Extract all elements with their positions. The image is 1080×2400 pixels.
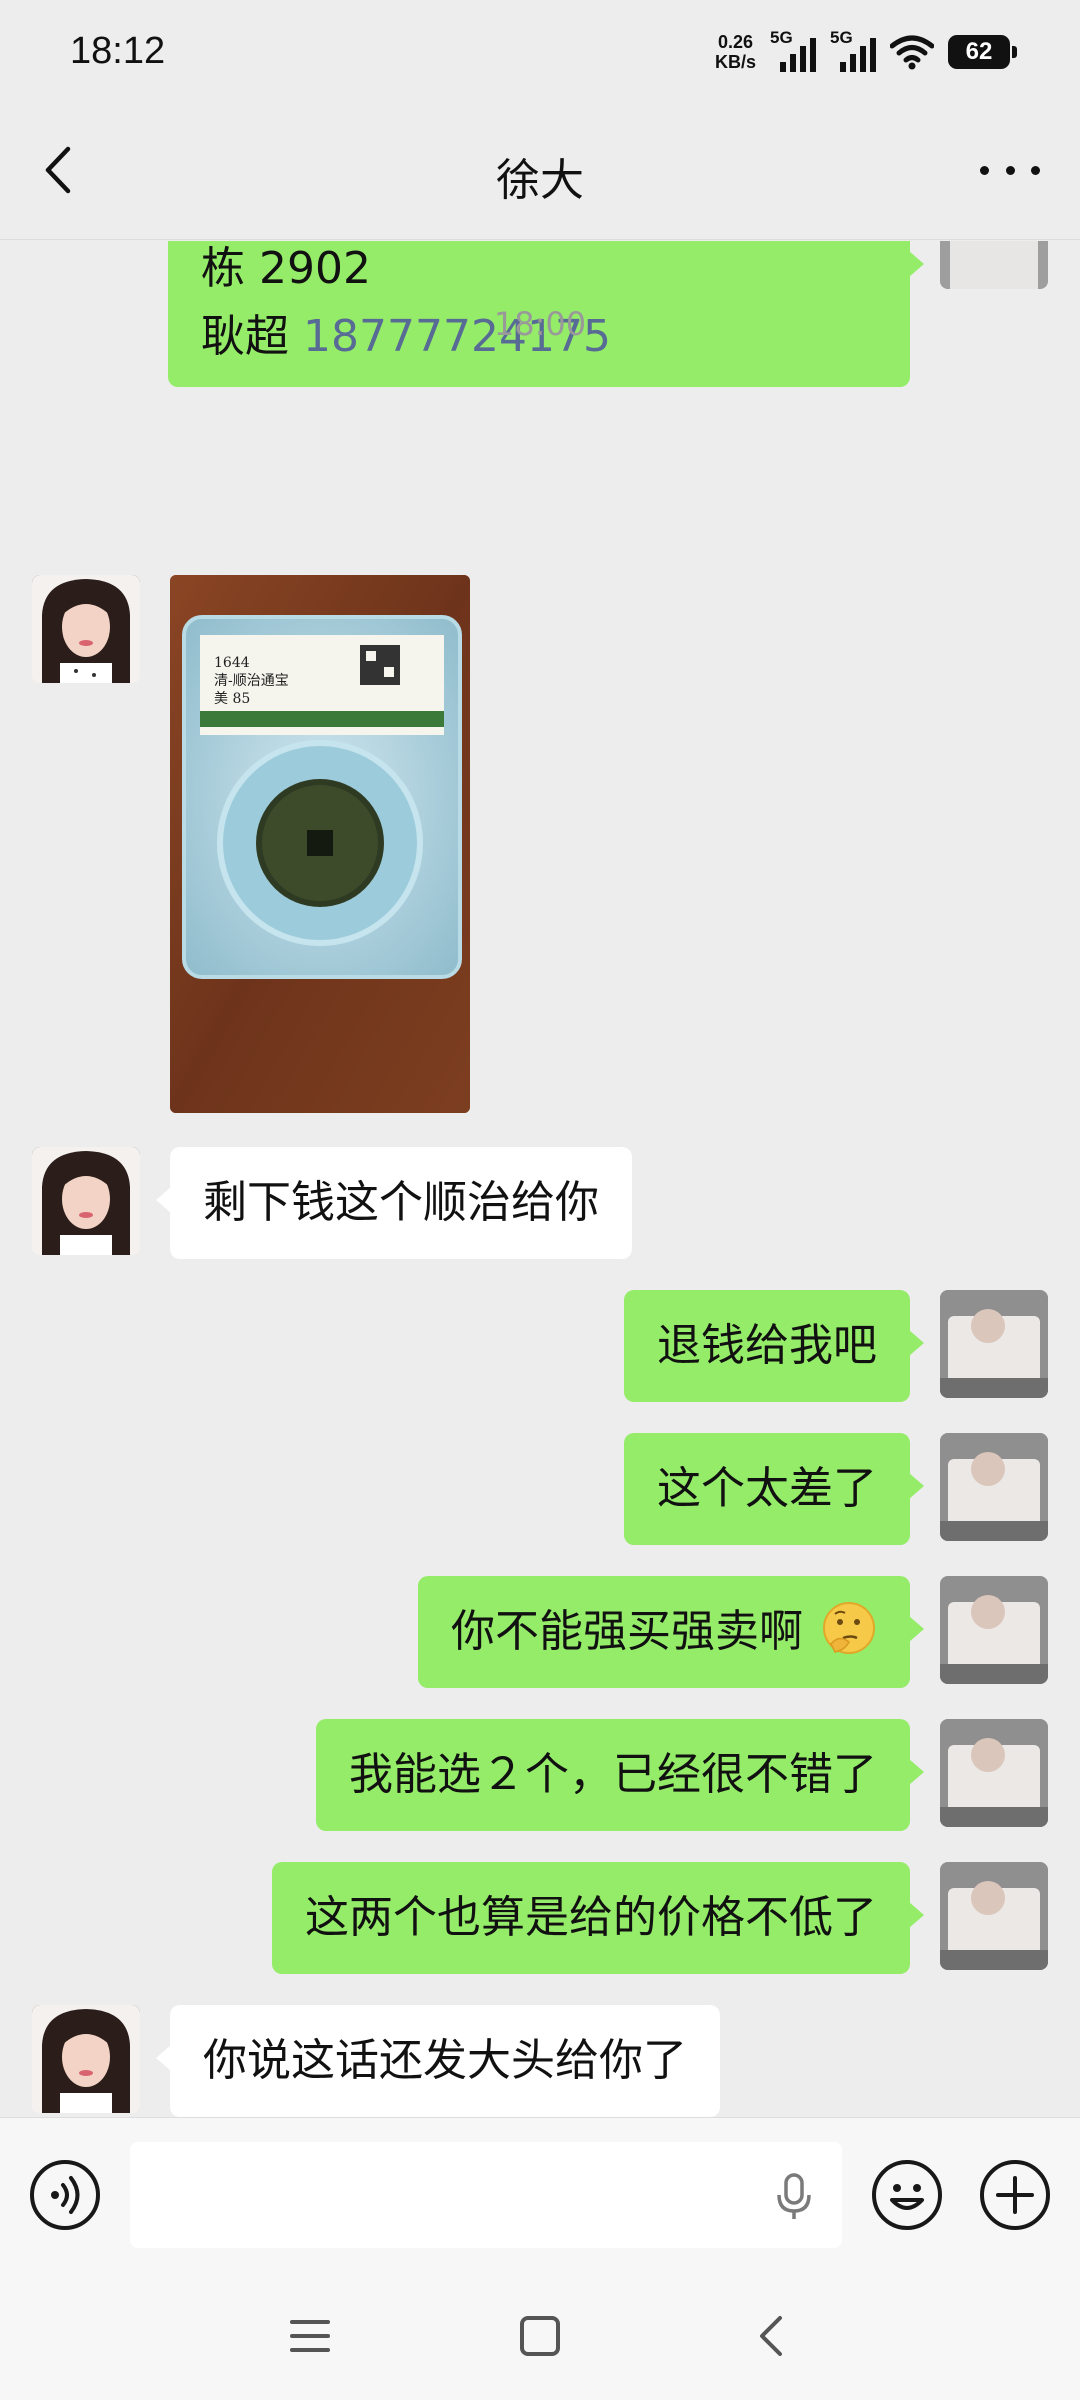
message-bubble-sent[interactable]: 这两个也算是给的价格不低了	[272, 1862, 924, 1974]
status-time: 18:12	[70, 30, 166, 72]
battery-level: 62	[965, 38, 993, 65]
battery-icon: 62	[948, 35, 1017, 69]
sim2-label: 5G	[830, 28, 853, 47]
system-navigation-bar	[0, 2272, 1080, 2400]
thinking-face-emoji-icon	[823, 1602, 875, 1654]
status-bar: 18:12 0.26 KB/s 5G 5G 62	[0, 0, 1080, 100]
message-timestamp: 18:00	[493, 305, 587, 343]
microphone-icon[interactable]	[776, 2173, 812, 2221]
contact-avatar[interactable]	[32, 2005, 140, 2113]
coin-label-name: 清-顺治通宝	[214, 673, 289, 689]
input-bar	[0, 2117, 1080, 2272]
status-icons: 0.26 KB/s 5G 5G 62	[715, 28, 1017, 76]
signal-icon-sim1: 5G	[770, 28, 816, 72]
contact-avatar[interactable]	[32, 1147, 140, 1255]
chat-title: 徐大	[496, 155, 584, 206]
message-text-line: 栋 2902	[201, 243, 371, 294]
coin-label-year: 1644	[214, 655, 250, 671]
my-avatar[interactable]	[940, 1290, 1048, 1398]
back-icon[interactable]	[750, 2314, 794, 2358]
message-text: 这个太差了	[657, 1463, 877, 1514]
message-bubble-received[interactable]: 你说这话还发大头给你了	[156, 2005, 720, 2117]
message-list[interactable]: 栋 2902 耿超 18777724175 18:00 1644 清-顺治通宝 …	[0, 241, 1080, 2117]
message-bubble-sent[interactable]: 我能选２个，已经很不错了	[316, 1719, 924, 1831]
sim1-label: 5G	[770, 28, 793, 47]
message-text: 退钱给我吧	[657, 1320, 877, 1371]
message-text: 你不能强买强卖啊	[451, 1606, 803, 1657]
more-options-icon[interactable]	[980, 150, 1040, 190]
message-input[interactable]	[130, 2142, 842, 2248]
voice-input-icon[interactable]	[28, 2158, 102, 2232]
emoji-icon[interactable]	[870, 2158, 944, 2232]
message-bubble-sent[interactable]: 这个太差了	[624, 1433, 924, 1545]
my-avatar[interactable]	[940, 1433, 1048, 1541]
my-avatar[interactable]	[940, 1719, 1048, 1827]
my-avatar[interactable]	[940, 241, 1048, 289]
network-speed: 0.26 KB/s	[715, 32, 756, 72]
message-bubble-sent[interactable]: 退钱给我吧	[624, 1290, 924, 1402]
plus-icon[interactable]	[978, 2158, 1052, 2232]
coin-label-grade: 美 85	[214, 691, 250, 707]
home-icon[interactable]	[518, 2314, 562, 2358]
contact-avatar[interactable]	[32, 575, 140, 683]
wifi-icon	[890, 35, 934, 70]
signal-icon-sim2: 5G	[830, 28, 876, 72]
message-text: 剩下钱这个顺治给你	[203, 1177, 599, 1228]
message-text: 这两个也算是给的价格不低了	[305, 1892, 877, 1943]
message-bubble-received[interactable]: 剩下钱这个顺治给你	[156, 1147, 632, 1259]
my-avatar[interactable]	[940, 1576, 1048, 1684]
message-text: 我能选２个，已经很不错了	[349, 1749, 877, 1800]
coin-photo[interactable]: 1644 清-顺治通宝 美 85	[170, 575, 470, 1113]
menu-icon[interactable]	[288, 2314, 332, 2358]
network-speed-value: 0.26	[717, 32, 754, 52]
my-avatar[interactable]	[940, 1862, 1048, 1970]
chat-header: 徐大	[0, 100, 1080, 240]
message-text: 你说这话还发大头给你了	[203, 2035, 687, 2086]
message-bubble-sent[interactable]: 你不能强买强卖啊	[418, 1576, 924, 1688]
network-speed-unit: KB/s	[714, 52, 756, 72]
